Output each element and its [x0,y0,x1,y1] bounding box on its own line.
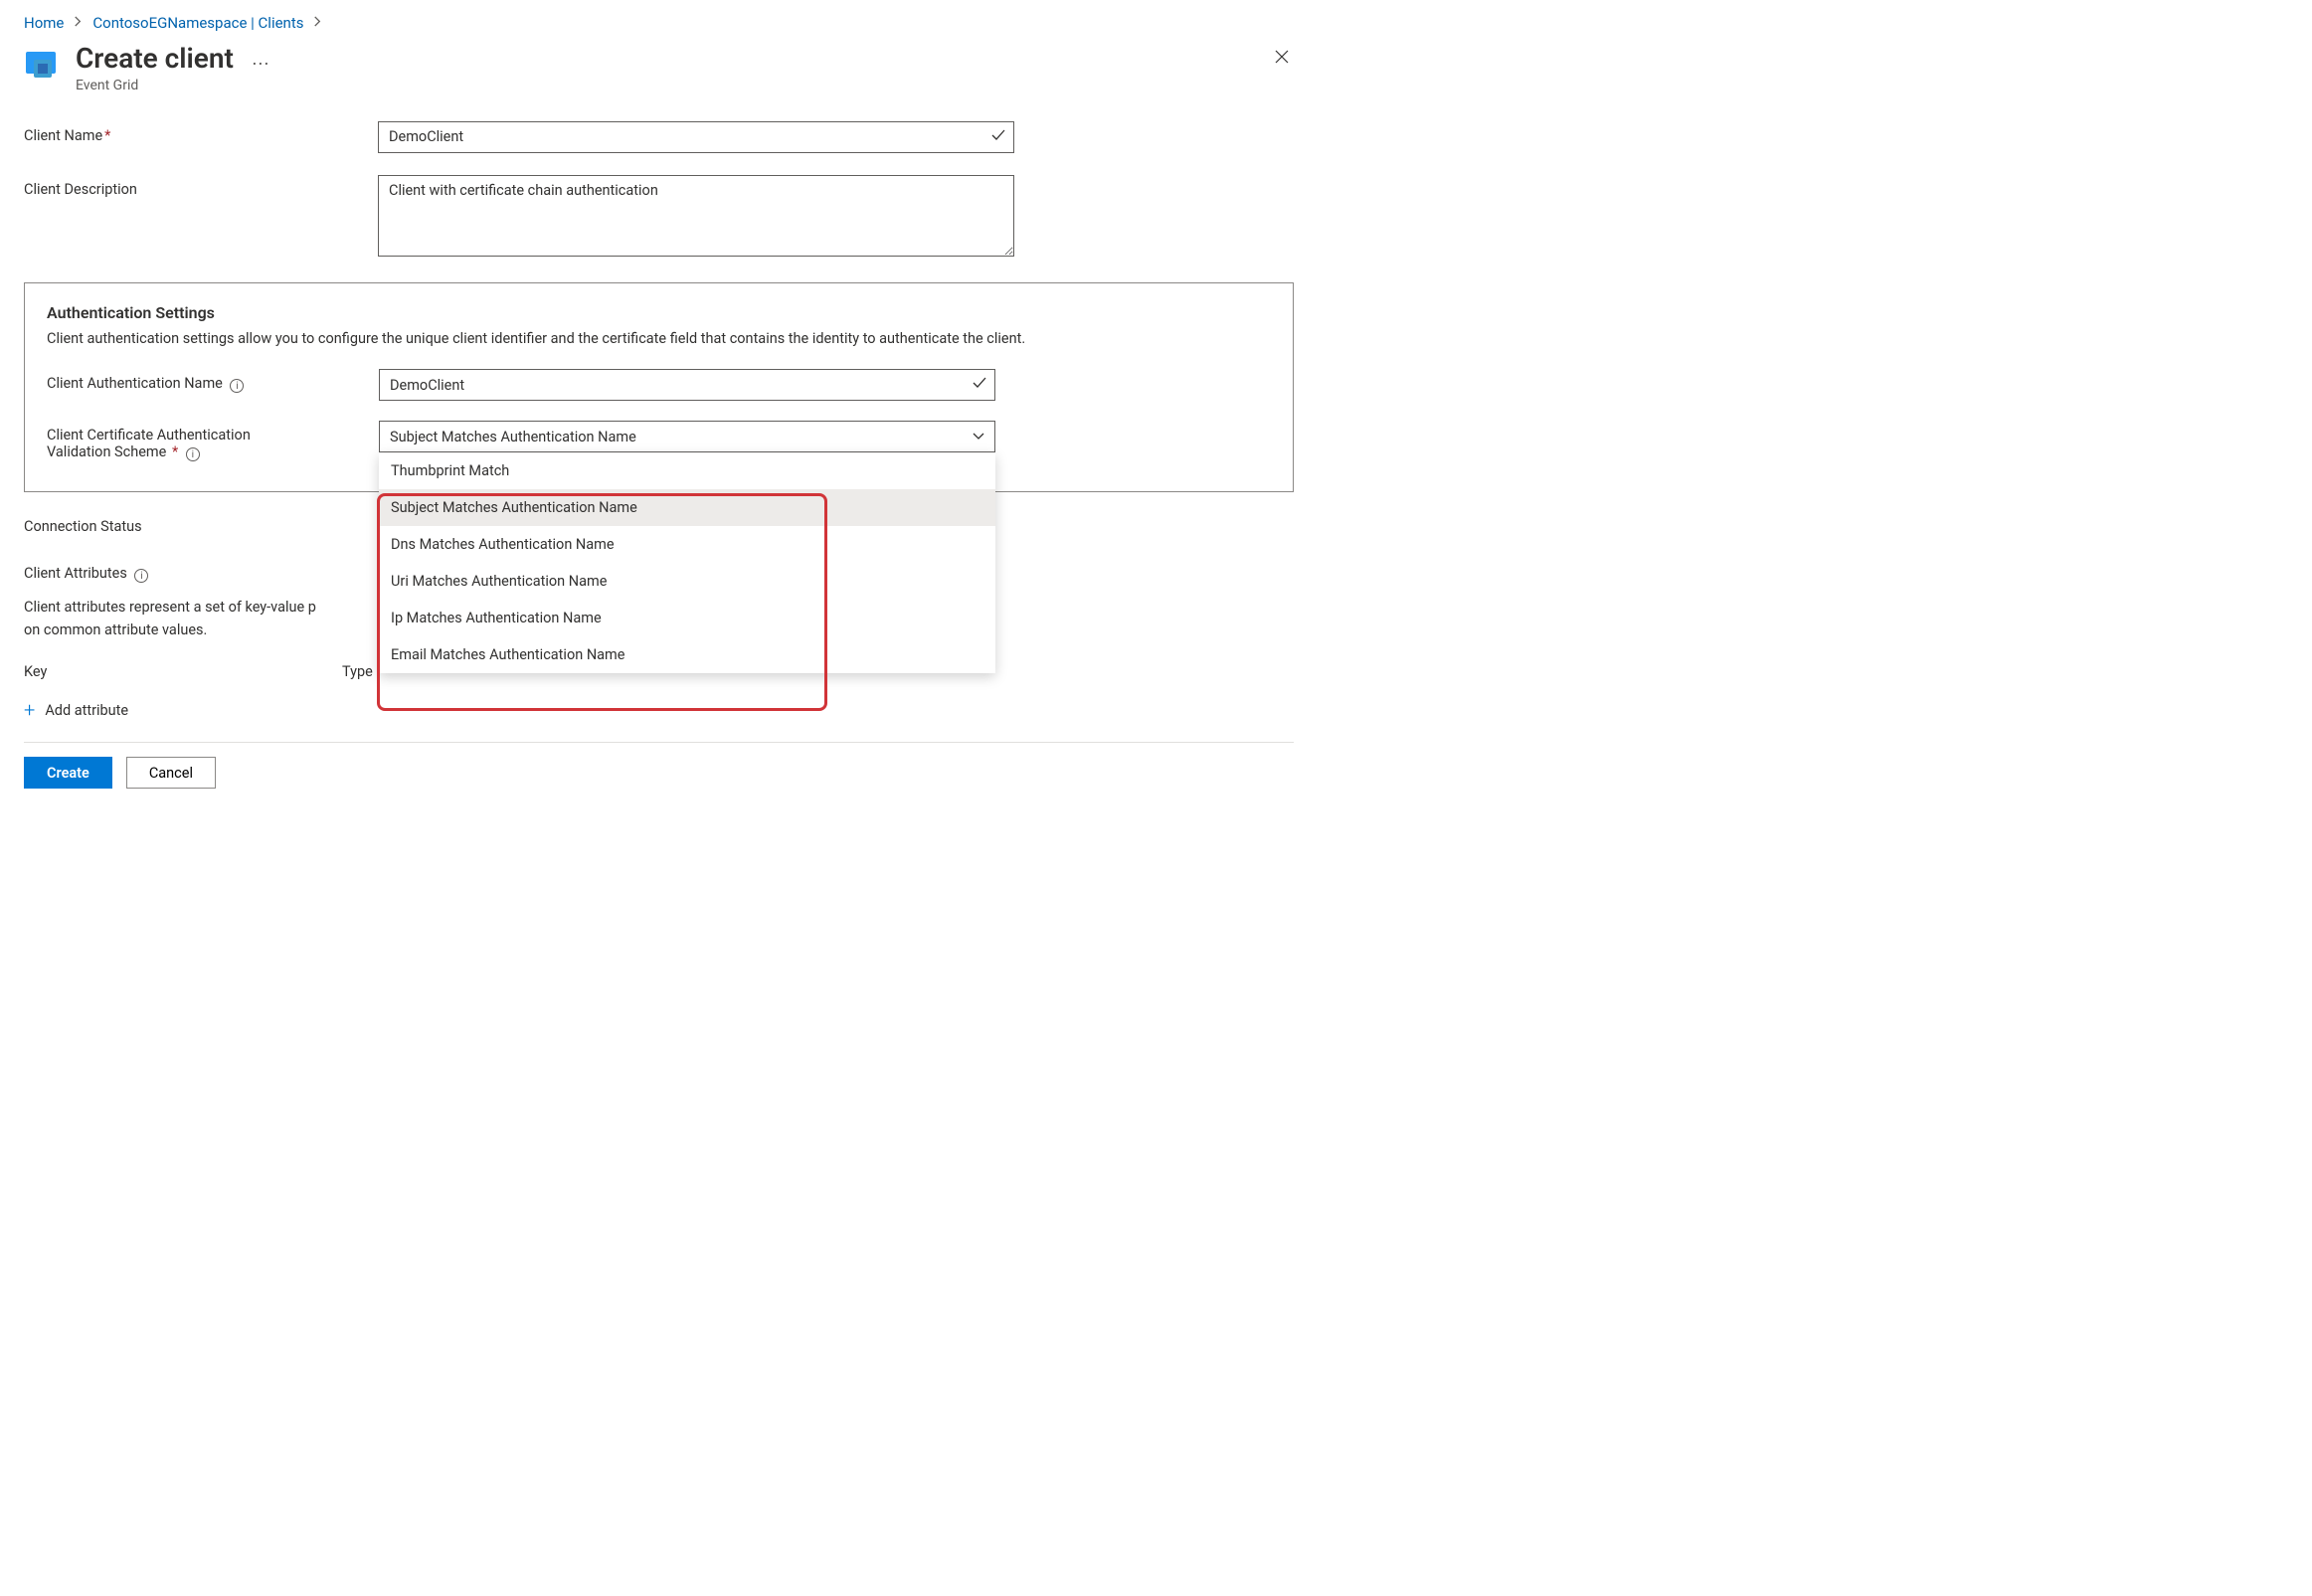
client-name-input[interactable] [378,121,1014,153]
required-indicator: * [172,443,178,460]
breadcrumb-home[interactable]: Home [24,14,64,32]
breadcrumb-namespace[interactable]: ContosoEGNamespace | Clients [92,14,303,32]
footer-actions: Create Cancel [24,742,1294,812]
client-name-label: Client Name* [24,121,378,144]
validation-scheme-dropdown[interactable]: Subject Matches Authentication Name Thum… [379,421,995,452]
authentication-settings-section: Authentication Settings Client authentic… [24,282,1294,493]
client-description-label: Client Description [24,175,378,198]
auth-section-description: Client authentication settings allow you… [47,328,1271,350]
info-icon[interactable]: i [230,379,244,393]
client-description-input[interactable]: Client with certificate chain authentica… [378,175,1014,257]
add-attribute-button[interactable]: + Add attribute [24,698,128,722]
dropdown-option[interactable]: Subject Matches Authentication Name [379,489,995,526]
info-icon[interactable]: i [134,569,148,583]
breadcrumb: Home ContosoEGNamespace | Clients [24,14,1294,32]
client-auth-name-label: Client Authentication Name i [47,369,379,393]
auth-section-title: Authentication Settings [47,303,1271,322]
more-actions-button[interactable]: ⋯ [252,54,270,75]
chevron-right-icon [74,15,83,31]
client-auth-name-input[interactable] [379,369,995,401]
create-button[interactable]: Create [24,757,112,789]
dropdown-option[interactable]: Dns Matches Authentication Name [379,526,995,563]
close-button[interactable] [1270,42,1294,74]
cancel-button[interactable]: Cancel [126,757,216,789]
validation-scheme-label: Client Certificate Authentication Valida… [47,421,379,461]
dropdown-option[interactable]: Thumbprint Match [379,452,995,489]
resource-icon [24,48,60,84]
info-icon[interactable]: i [186,447,200,461]
column-type: Type [342,663,373,680]
required-indicator: * [104,127,110,144]
column-key: Key [24,663,203,680]
dropdown-option[interactable]: Uri Matches Authentication Name [379,563,995,600]
add-attribute-label: Add attribute [45,702,128,719]
chevron-right-icon [313,15,322,31]
page-subtitle: Event Grid [76,78,234,93]
dropdown-menu: Thumbprint Match Subject Matches Authent… [379,452,995,673]
page-header: Create client Event Grid ⋯ [24,42,1294,93]
dropdown-option[interactable]: Email Matches Authentication Name [379,636,995,673]
plus-icon: + [24,698,35,722]
dropdown-trigger[interactable]: Subject Matches Authentication Name [379,421,995,452]
chevron-down-icon [973,429,984,445]
dropdown-option[interactable]: Ip Matches Authentication Name [379,600,995,636]
dropdown-selected-value: Subject Matches Authentication Name [390,429,636,445]
page-title: Create client [76,42,234,76]
